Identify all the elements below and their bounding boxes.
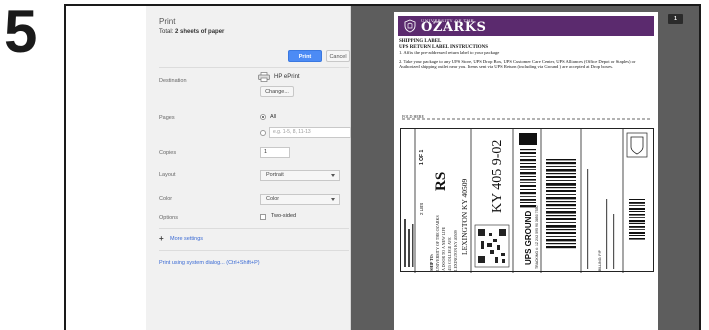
- banner-big-text: OZARKS: [421, 20, 487, 35]
- tracking-barcode: [520, 149, 536, 208]
- fold-line: FOLD HERE: [402, 114, 652, 120]
- print-preview-area: 1 UNIVERSITY OF THE OZARKS SHIPPING LABE…: [351, 6, 699, 330]
- step-number: 5: [4, 0, 37, 65]
- return-address-lines: [404, 219, 414, 267]
- total-sheets: Total: 2 sheets of paper: [159, 29, 224, 35]
- color-select[interactable]: Color: [260, 194, 340, 205]
- university-banner: UNIVERSITY OF THE OZARKS: [398, 16, 654, 36]
- package-barcode: [546, 159, 576, 249]
- label-instructions: SHIPPING LABEL UPS RETURN LABEL INSTRUCT…: [399, 39, 655, 70]
- instructions-step-1: 1. Affix the pre-addressed return label …: [399, 50, 500, 55]
- divider: [159, 67, 349, 68]
- ship-to-line-1: UNIVERSITY OF THE OZARKS: [435, 215, 440, 271]
- ship-to-line-4: LEXINGTON KY 40509: [453, 230, 458, 271]
- print-settings-panel: Print Total: 2 sheets of paper Print Can…: [146, 6, 351, 330]
- university-seal-icon: [404, 19, 416, 33]
- label-page-count: 1 OF 1: [419, 149, 425, 165]
- layout-value: Portrait: [266, 172, 284, 178]
- more-settings-link[interactable]: More settings: [170, 236, 203, 242]
- copies-input[interactable]: 1: [260, 147, 290, 158]
- ship-to-line-3: 415 COLLEGE AVE: [447, 237, 452, 271]
- label-service: UPS GROUND: [524, 211, 533, 265]
- label-routing-code: KY 405 9-02: [490, 140, 505, 213]
- change-destination-button[interactable]: Change...: [260, 86, 294, 97]
- cancel-button[interactable]: Cancel: [326, 50, 350, 62]
- service-block: [519, 133, 537, 145]
- print-title: Print: [159, 17, 176, 26]
- ups-shield-icon: [626, 132, 648, 158]
- pages-range-input[interactable]: e.g. 1-5, 8, 11-13: [269, 127, 351, 138]
- layout-label: Layout: [159, 172, 176, 178]
- pages-all-label: All: [270, 114, 277, 120]
- fold-line-text: FOLD HERE: [402, 114, 424, 119]
- plus-icon[interactable]: +: [159, 234, 164, 244]
- label-tracking: TRACKING #: 1Z 2X2 595 90 3850 7530: [535, 206, 539, 269]
- page-number-badge: 1: [668, 14, 683, 24]
- divider: [159, 228, 349, 229]
- printer-icon: [258, 72, 270, 82]
- instructions-step-2: 2. Take your package to any UPS Store, U…: [399, 59, 636, 70]
- options-label: Options: [159, 215, 178, 221]
- chevron-down-icon: [331, 174, 335, 177]
- layout-select[interactable]: Portrait: [260, 170, 340, 181]
- total-value: 2 sheets of paper: [175, 29, 225, 35]
- divider: [159, 250, 349, 251]
- pages-all-radio[interactable]: [260, 114, 266, 120]
- ship-to-line-2: A DOOR TO A NEW LIFE: [441, 226, 446, 271]
- color-label: Color: [159, 196, 173, 202]
- color-value: Color: [266, 196, 280, 202]
- ups-shipping-label: 1 OF 1 2 LBS RS SHIP TO: UNIVERSITY OF T…: [400, 128, 654, 273]
- label-city-line: LEXINGTON KY 40509: [460, 179, 469, 255]
- destination-label: Destination: [159, 78, 187, 84]
- copies-label: Copies: [159, 150, 177, 156]
- screenshot-frame: Print Total: 2 sheets of paper Print Can…: [64, 4, 701, 330]
- ship-to-prefix: SHIP TO:: [429, 254, 434, 271]
- postal-barcode: [629, 199, 645, 240]
- qr-code: [474, 224, 510, 268]
- system-dialog-link[interactable]: Print using system dialog... (Ctrl+Shift…: [159, 260, 260, 266]
- printer-name: HP ePrint: [274, 74, 300, 80]
- label-rs-code: RS: [433, 172, 449, 191]
- chevron-down-icon: [331, 198, 335, 201]
- pages-range-radio[interactable]: [260, 130, 266, 136]
- total-prefix: Total:: [159, 29, 176, 35]
- label-weight: 2 LBS: [419, 203, 424, 215]
- pages-label: Pages: [159, 115, 175, 121]
- print-button[interactable]: Print: [288, 50, 322, 62]
- label-billing: BILLING: P/P: [598, 249, 602, 271]
- preview-page: UNIVERSITY OF THE OZARKS SHIPPING LABEL …: [394, 12, 658, 330]
- ship-to-block: SHIP TO: UNIVERSITY OF THE OZARKS A DOOR…: [429, 215, 458, 271]
- two-sided-label: Two-sided: [271, 213, 297, 219]
- label-graphic: 1 OF 1 2 LBS RS SHIP TO: UNIVERSITY OF T…: [404, 129, 648, 273]
- two-sided-checkbox[interactable]: [260, 214, 266, 220]
